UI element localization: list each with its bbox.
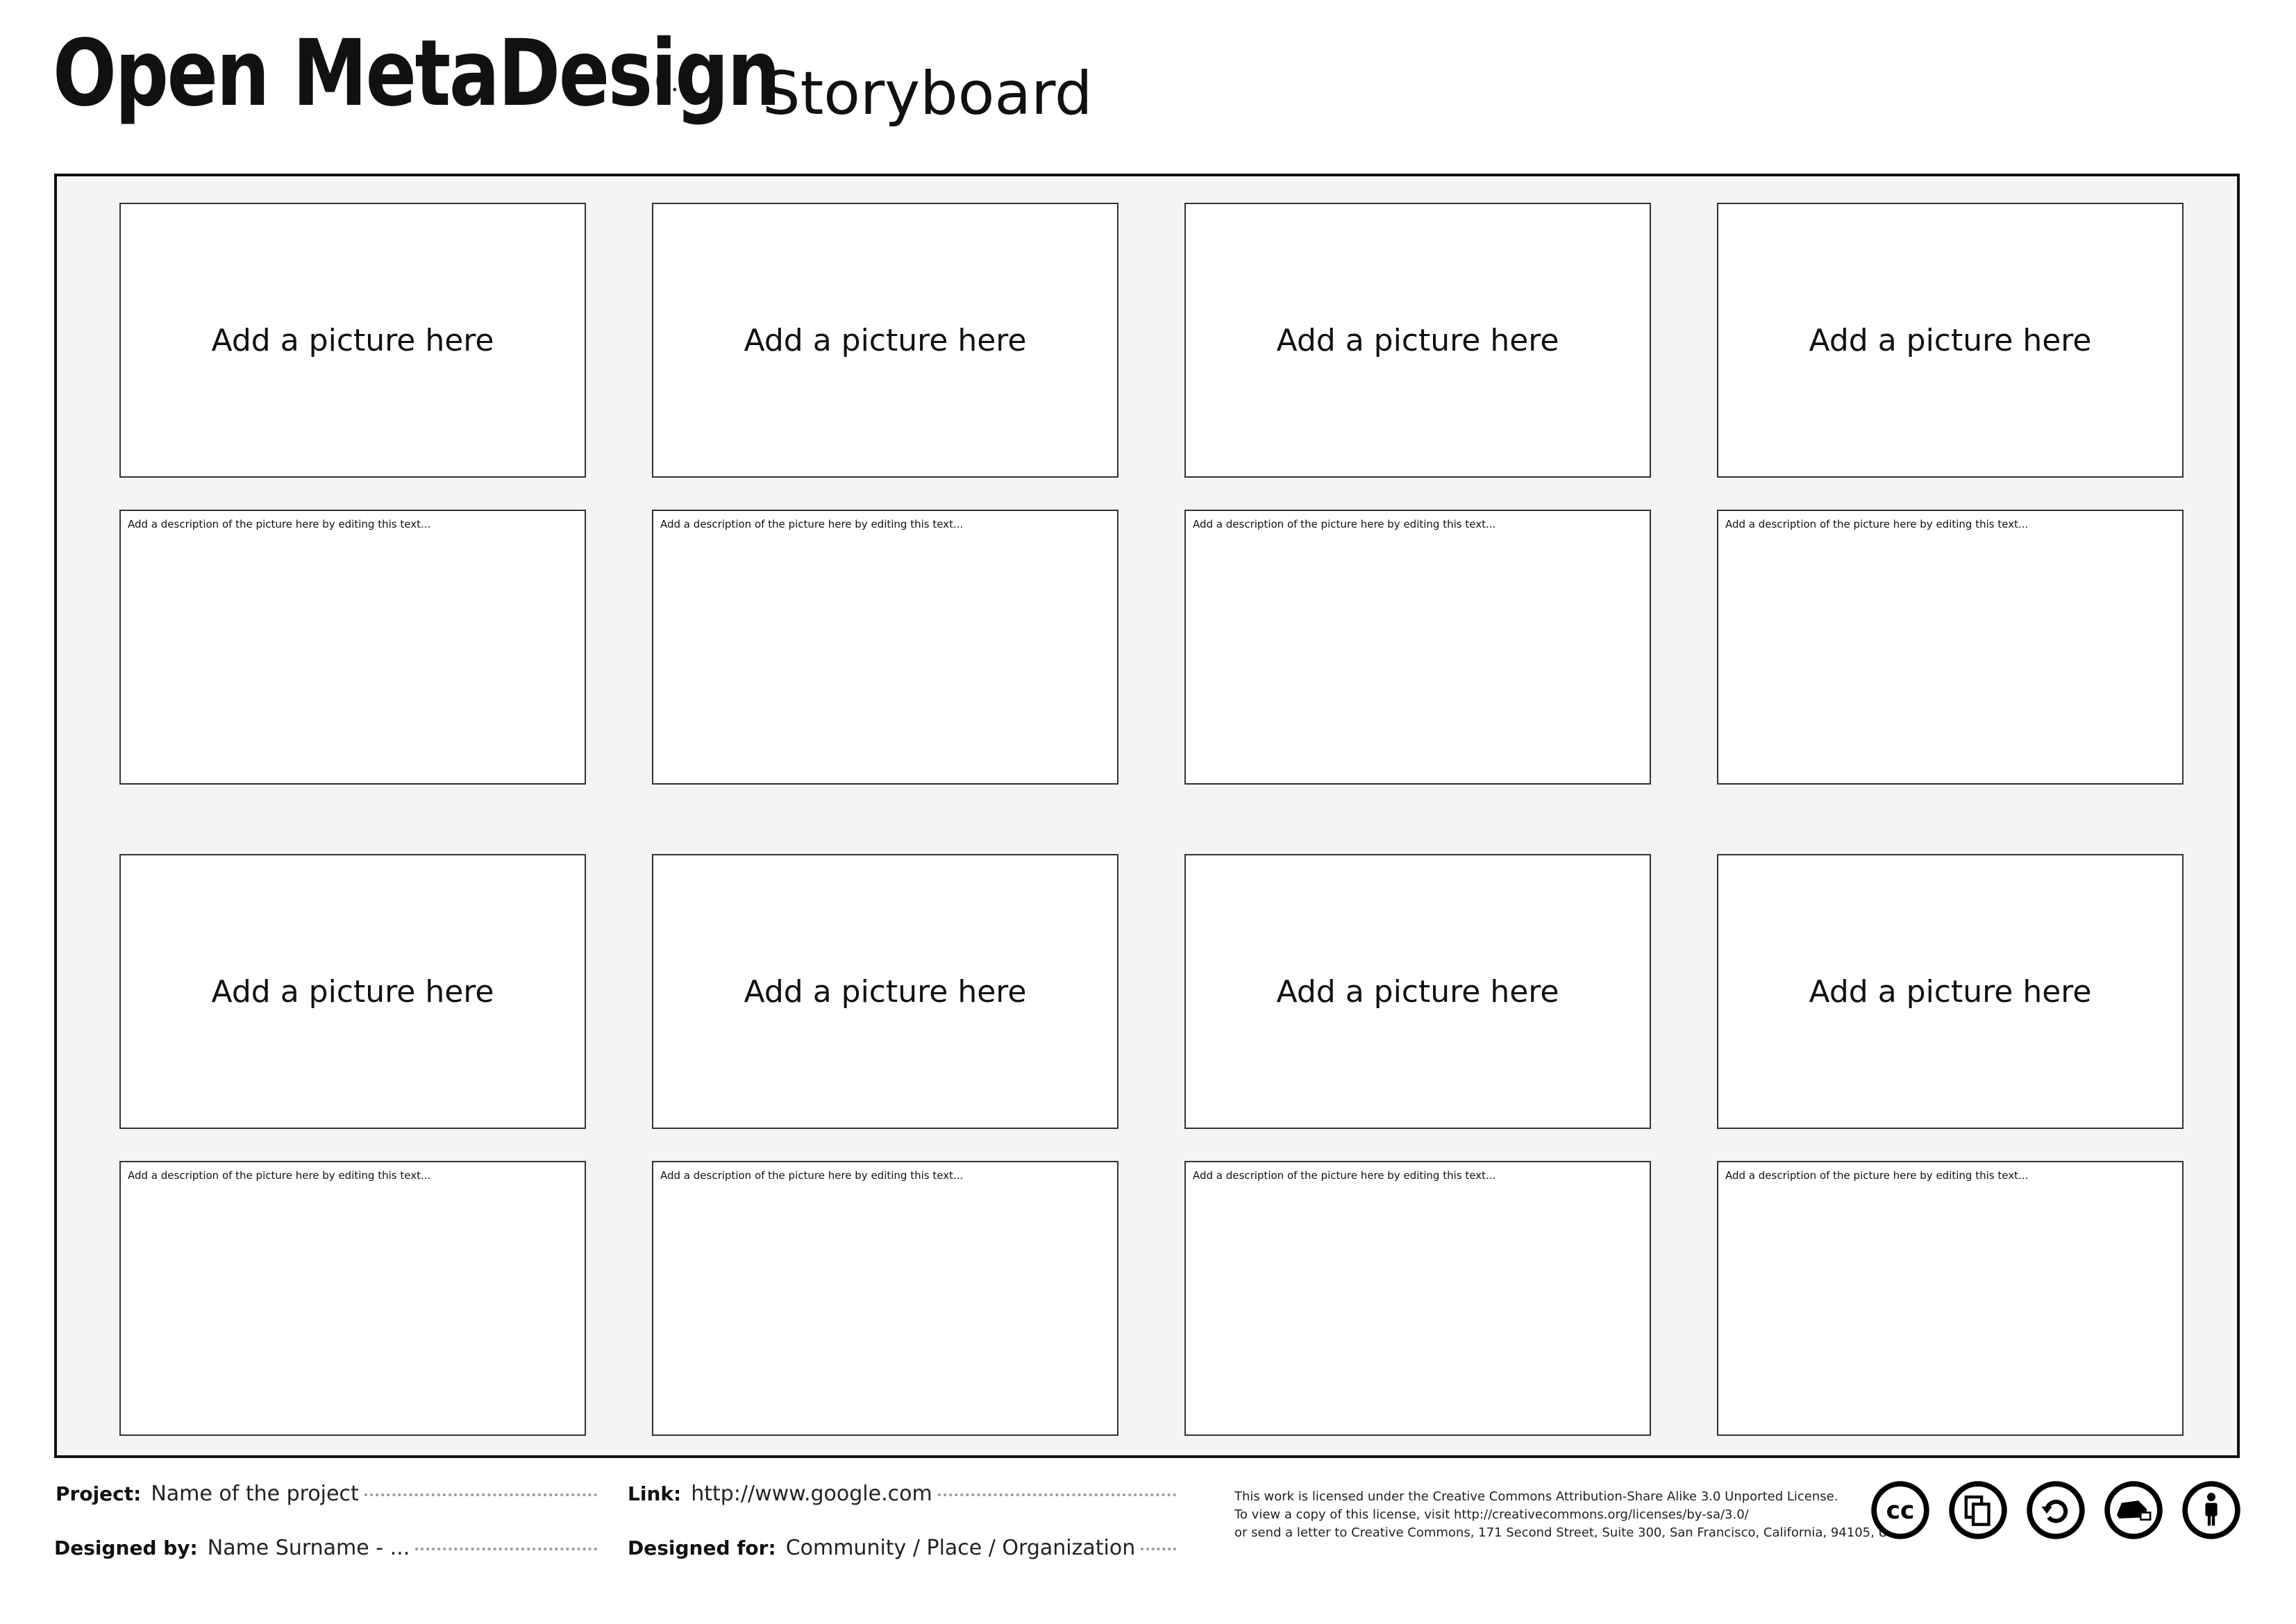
designed-for-field[interactable]: Designed for: Community / Place / Organi… — [628, 1536, 1176, 1560]
picture-placeholder-label: Add a picture here — [211, 322, 494, 358]
description-text[interactable]: Add a description of the picture here by… — [1193, 518, 1495, 530]
picture-placeholder-label: Add a picture here — [1809, 973, 2092, 1010]
license-notice: This work is licensed under the Creative… — [1234, 1488, 1909, 1542]
picture-frame-5[interactable]: Add a picture here — [119, 854, 586, 1129]
description-text[interactable]: Add a description of the picture here by… — [128, 518, 430, 530]
description-text[interactable]: Add a description of the picture here by… — [660, 518, 963, 530]
link-value[interactable]: http://www.google.com — [691, 1482, 932, 1506]
description-text[interactable]: Add a description of the picture here by… — [660, 1169, 963, 1182]
brand-logo: Open MetaDesign — [53, 28, 830, 153]
dotted-line — [415, 1548, 597, 1550]
description-box-6[interactable]: Add a description of the picture here by… — [652, 1161, 1118, 1436]
storyboard-area: Add a picture here Add a picture here Ad… — [54, 174, 2240, 1458]
license-line: or send a letter to Creative Commons, 17… — [1234, 1525, 1909, 1540]
designed-for-label: Designed for: — [628, 1537, 776, 1559]
page-title: Storyboard — [762, 59, 1093, 128]
link-label: Link: — [628, 1482, 682, 1505]
picture-placeholder-label: Add a picture here — [744, 322, 1027, 358]
description-box-3[interactable]: Add a description of the picture here by… — [1184, 510, 1651, 785]
cc-icon: cc — [1871, 1481, 1929, 1539]
picture-placeholder-label: Add a picture here — [744, 973, 1027, 1010]
description-text[interactable]: Add a description of the picture here by… — [1193, 1169, 1495, 1182]
picture-placeholder-label: Add a picture here — [1809, 322, 2092, 358]
designed-by-value[interactable]: Name Surname - ... — [208, 1536, 410, 1560]
designed-for-value[interactable]: Community / Place / Organization — [786, 1536, 1136, 1560]
license-icons: cc — [1870, 1480, 2241, 1540]
description-box-8[interactable]: Add a description of the picture here by… — [1717, 1161, 2184, 1436]
designed-by-field[interactable]: Designed by: Name Surname - ... — [54, 1536, 597, 1560]
project-field[interactable]: Project: Name of the project — [56, 1482, 597, 1506]
picture-placeholder-label: Add a picture here — [1276, 322, 1559, 358]
picture-frame-6[interactable]: Add a picture here — [652, 854, 1118, 1129]
picture-frame-2[interactable]: Add a picture here — [652, 203, 1118, 478]
picture-frame-4[interactable]: Add a picture here — [1717, 203, 2184, 478]
dotted-line — [364, 1493, 597, 1496]
picture-placeholder-label: Add a picture here — [1276, 973, 1559, 1010]
copy-icon — [1949, 1481, 2007, 1539]
dotted-line — [937, 1493, 1176, 1496]
picture-frame-7[interactable]: Add a picture here — [1184, 854, 1651, 1129]
project-value[interactable]: Name of the project — [151, 1482, 358, 1506]
picture-frame-3[interactable]: Add a picture here — [1184, 203, 1651, 478]
svg-text:cc: cc — [1886, 1497, 1915, 1525]
link-field[interactable]: Link: http://www.google.com — [628, 1482, 1176, 1506]
brand-title: Open MetaDesign — [53, 20, 780, 127]
project-label: Project: — [56, 1482, 142, 1505]
description-text[interactable]: Add a description of the picture here by… — [1725, 1169, 2028, 1182]
description-box-7[interactable]: Add a description of the picture here by… — [1184, 1161, 1651, 1436]
attribution-icon — [2182, 1481, 2240, 1539]
picture-placeholder-label: Add a picture here — [211, 973, 494, 1010]
license-line: This work is licensed under the Creative… — [1234, 1489, 1838, 1504]
description-text[interactable]: Add a description of the picture here by… — [1725, 518, 2028, 530]
picture-frame-8[interactable]: Add a picture here — [1717, 854, 2184, 1129]
designed-by-label: Designed by: — [54, 1537, 198, 1559]
picture-frame-1[interactable]: Add a picture here — [119, 203, 586, 478]
description-box-4[interactable]: Add a description of the picture here by… — [1717, 510, 2184, 785]
description-box-5[interactable]: Add a description of the picture here by… — [119, 1161, 586, 1436]
remix-icon — [2027, 1481, 2085, 1539]
description-box-2[interactable]: Add a description of the picture here by… — [652, 510, 1118, 785]
description-text[interactable]: Add a description of the picture here by… — [128, 1169, 430, 1182]
description-box-1[interactable]: Add a description of the picture here by… — [119, 510, 586, 785]
dotted-line — [1141, 1548, 1176, 1550]
brand-version: 0.1 — [655, 67, 694, 97]
commercial-icon — [2104, 1481, 2163, 1539]
license-link-line[interactable]: To view a copy of this license, visit ht… — [1234, 1506, 1873, 1524]
